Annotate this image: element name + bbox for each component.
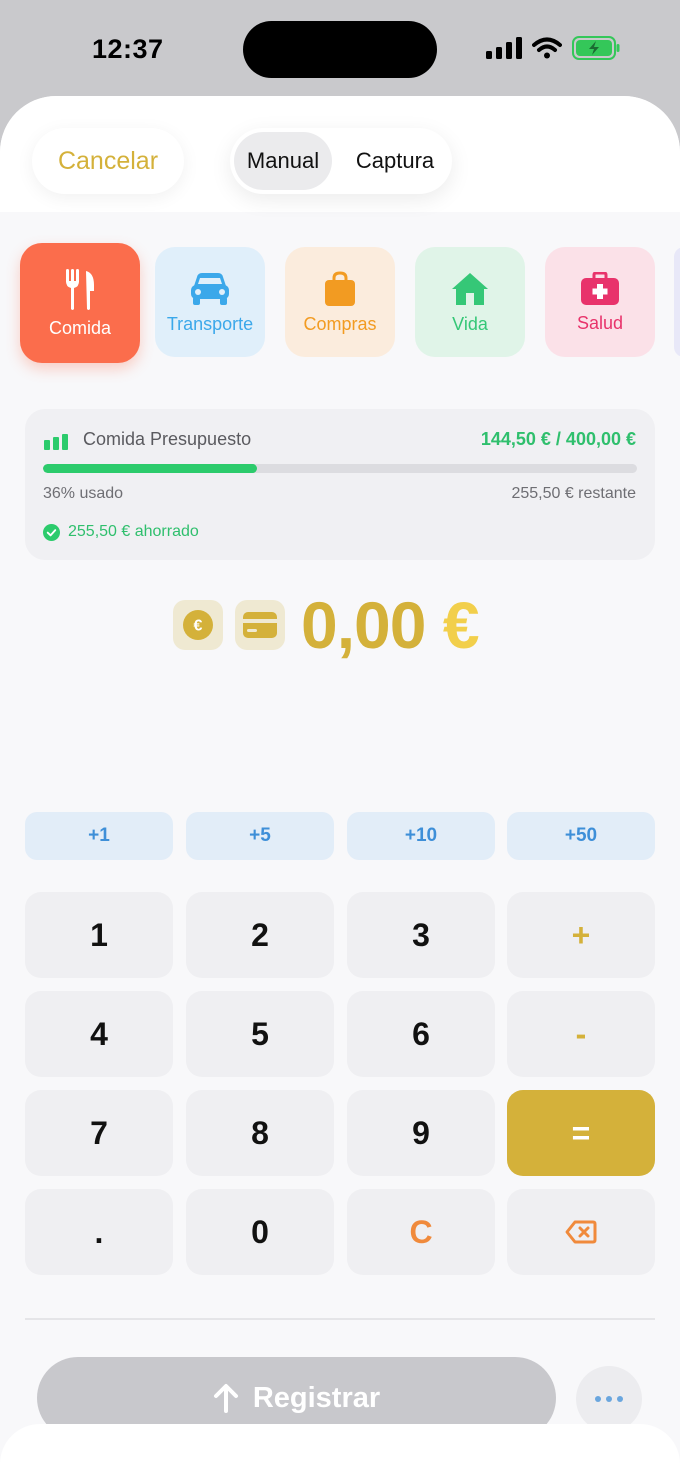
budget-remaining-label: 255,50 € restante <box>511 485 636 502</box>
dynamic-island <box>243 21 437 78</box>
amount-value: 0,00 € <box>301 587 480 663</box>
category-next-partial[interactable] <box>674 247 680 357</box>
key-9[interactable]: 9 <box>347 1090 495 1176</box>
key-2[interactable]: 2 <box>186 892 334 978</box>
tab-manual[interactable]: Manual <box>234 132 332 190</box>
status-time: 12:37 <box>92 34 164 64</box>
key-5[interactable]: 5 <box>186 991 334 1077</box>
key-0[interactable]: 0 <box>186 1189 334 1275</box>
wifi-icon <box>532 37 562 59</box>
quick-add-10[interactable]: +10 <box>347 812 495 860</box>
key-decimal[interactable]: . <box>25 1189 173 1275</box>
budget-used-label: 36% usado <box>43 485 124 502</box>
budget-progress-bar <box>43 464 637 473</box>
cellular-signal-icon <box>486 37 522 59</box>
amount-display-row: € 0,00 € <box>173 587 480 663</box>
arrow-up-icon <box>213 1384 238 1413</box>
key-equals[interactable]: = <box>507 1090 655 1176</box>
category-label: Transporte <box>166 314 254 334</box>
key-backspace[interactable] <box>507 1189 655 1275</box>
amount-number: 0,00 <box>301 588 426 662</box>
cash-payment-button[interactable]: € <box>173 600 223 650</box>
add-expense-sheet: Cancelar Manual Captura Comida Transport… <box>0 96 680 1477</box>
fork-knife-icon <box>66 269 94 310</box>
key-8[interactable]: 8 <box>186 1090 334 1176</box>
more-options-button[interactable] <box>576 1366 642 1432</box>
category-salud[interactable]: Salud <box>545 247 655 357</box>
category-comida[interactable]: Comida <box>20 243 140 363</box>
category-label: Salud <box>576 313 624 333</box>
budget-amount: 144,50 € / 400,00 € <box>480 429 636 449</box>
quick-add-1[interactable]: +1 <box>25 812 173 860</box>
category-label: Compras <box>303 314 377 334</box>
key-3[interactable]: 3 <box>347 892 495 978</box>
cancel-button[interactable]: Cancelar <box>32 128 184 194</box>
budget-card: Comida Presupuesto 144,50 € / 400,00 € 3… <box>25 409 655 560</box>
category-transporte[interactable]: Transporte <box>155 247 265 357</box>
car-icon <box>191 273 229 305</box>
key-minus[interactable]: - <box>507 991 655 1077</box>
house-icon <box>452 273 488 305</box>
register-label: Registrar <box>252 1381 381 1414</box>
category-vida[interactable]: Vida <box>415 247 525 357</box>
battery-charging-icon <box>572 36 620 60</box>
euro-coin-icon: € <box>183 610 213 640</box>
shopping-bag-icon <box>325 271 355 306</box>
svg-text:€: € <box>194 618 203 635</box>
status-bar: 12:37 <box>0 0 680 96</box>
quick-add-5[interactable]: +5 <box>186 812 334 860</box>
key-7[interactable]: 7 <box>25 1090 173 1176</box>
checkmark-circle-icon <box>43 523 60 541</box>
key-6[interactable]: 6 <box>347 991 495 1077</box>
category-label: Vida <box>452 314 488 334</box>
budget-progress-fill <box>43 464 257 473</box>
category-compras[interactable]: Compras <box>285 247 395 357</box>
budget-saved-row: 255,50 € ahorrado <box>43 523 199 541</box>
category-label: Comida <box>48 318 112 338</box>
tab-captura[interactable]: Captura <box>342 132 448 190</box>
budget-saved-label: 255,50 € ahorrado <box>68 523 199 540</box>
quick-add-50[interactable]: +50 <box>507 812 655 860</box>
credit-card-icon <box>243 612 277 638</box>
medical-kit-icon <box>581 272 619 305</box>
bottom-overlay-sheet <box>0 1424 680 1477</box>
sheet-header: Cancelar Manual Captura <box>0 96 680 212</box>
category-picker: Comida Transporte Compras Vida Salud <box>0 243 680 363</box>
card-payment-button[interactable] <box>235 600 285 650</box>
key-clear[interactable]: C <box>347 1189 495 1275</box>
budget-title: Comida Presupuesto <box>83 429 252 449</box>
key-1[interactable]: 1 <box>25 892 173 978</box>
bar-chart-icon <box>44 434 68 450</box>
key-4[interactable]: 4 <box>25 991 173 1077</box>
backspace-icon <box>565 1220 597 1244</box>
key-plus[interactable]: + <box>507 892 655 978</box>
input-mode-segmented-control: Manual Captura <box>230 128 452 194</box>
divider <box>25 1318 655 1320</box>
status-icons <box>486 36 620 60</box>
ellipsis-icon <box>595 1396 601 1402</box>
amount-currency: € <box>442 588 480 662</box>
